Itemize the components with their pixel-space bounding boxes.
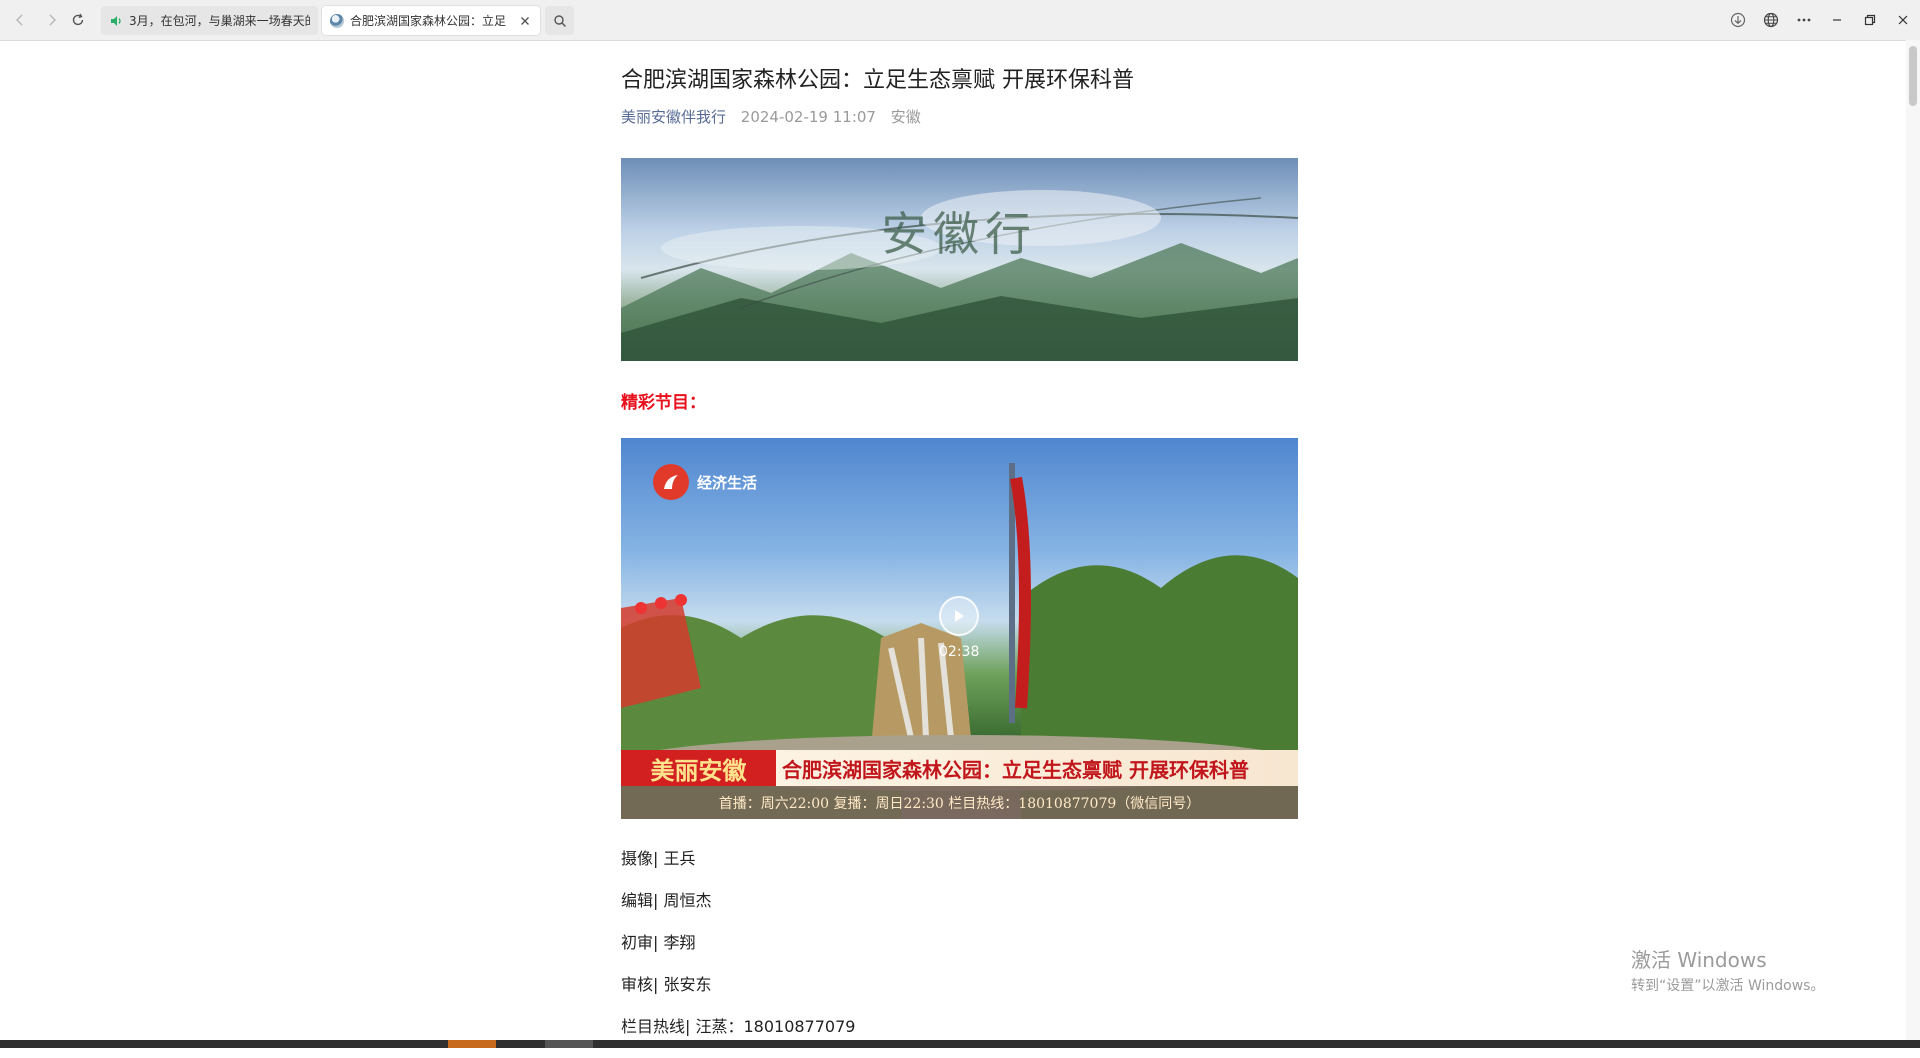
watermark-subtitle: 转到“设置”以激活 Windows。	[1631, 978, 1825, 994]
video-duration: 02:38	[939, 644, 980, 660]
tab-inactive[interactable]: 3月，在包河，与巢湖来一场春天的	[101, 6, 318, 35]
video-headline: 合肥滨湖国家森林公园：立足生态禀赋 开展环保科普	[776, 750, 1298, 786]
author-link[interactable]: 美丽安徽伴我行	[621, 108, 726, 126]
taskbar-item[interactable]	[448, 1040, 496, 1048]
taskbar-edge	[0, 1040, 1920, 1048]
windows-activation-watermark: 激活 Windows 转到“设置”以激活 Windows。	[1631, 944, 1824, 995]
more-menu-button[interactable]	[1792, 8, 1816, 32]
play-icon	[955, 610, 964, 622]
credits-list: 摄像| 王兵 编辑| 周恒杰 初审| 李翔 审核| 张安东 栏目热线| 汪蒸：1…	[621, 848, 855, 1058]
tab-close-icon[interactable]	[518, 14, 532, 28]
taskbar-item[interactable]	[545, 1040, 593, 1048]
browser-toolbar: 3月，在包河，与巢湖来一场春天的 合肥滨湖国家森林公园：立足	[0, 0, 1920, 41]
restore-icon	[1864, 14, 1876, 26]
more-dots-icon	[1797, 18, 1811, 22]
search-icon	[553, 14, 566, 27]
speaker-icon	[111, 15, 121, 26]
download-icon	[1730, 12, 1746, 28]
back-button[interactable]	[10, 10, 30, 30]
reload-button[interactable]	[68, 10, 88, 30]
watermark-title: 激活 Windows	[1631, 948, 1767, 972]
article-title: 合肥滨湖国家森林公园：立足生态禀赋 开展环保科普	[621, 68, 1134, 93]
forward-button[interactable]	[42, 10, 62, 30]
publish-date: 2024-02-19 11:07	[740, 108, 876, 126]
globe-icon	[1763, 12, 1779, 28]
close-window-button[interactable]	[1891, 8, 1915, 32]
credit-line: 编辑| 周恒杰	[621, 891, 712, 910]
article-meta: 美丽安徽伴我行 2024-02-19 11:07 安徽	[621, 106, 921, 127]
channel-logo: 经济生活	[653, 464, 757, 500]
restore-button[interactable]	[1858, 8, 1882, 32]
banner-calligraphy: 安徽行	[881, 207, 1037, 261]
channel-name: 经济生活	[697, 473, 758, 492]
site-favicon-icon	[330, 13, 344, 28]
tab-search-button[interactable]	[545, 6, 574, 35]
region-label: 安徽	[890, 108, 921, 126]
program-brand: 美丽安徽	[621, 750, 776, 786]
close-icon	[1898, 15, 1908, 25]
forward-arrow-icon	[49, 14, 57, 26]
credit-line: 初审| 李翔	[621, 933, 696, 952]
credit-line: 审核| 张安东	[621, 975, 712, 994]
channel-logo-icon	[653, 464, 689, 500]
tab-label: 合肥滨湖国家森林公园：立足	[350, 14, 507, 28]
video-lower-third: 美丽安徽 合肥滨湖国家森林公园：立足生态禀赋 开展环保科普 首播：周六22:00…	[621, 750, 1298, 819]
credit-line: 摄像| 王兵	[621, 849, 696, 868]
section-heading: 精彩节目：	[621, 393, 706, 413]
scrollbar-thumb[interactable]	[1909, 46, 1917, 106]
tab-active[interactable]: 合肥滨湖国家森林公园：立足	[322, 6, 540, 35]
back-arrow-icon	[15, 14, 23, 26]
banner-image: 安徽行	[621, 158, 1298, 361]
video-player[interactable]: 经济生活 02:38 美丽安徽 合肥滨湖国家森林公园：立足生态禀赋 开展环保科普…	[621, 438, 1298, 819]
tab-label: 3月，在包河，与巢湖来一场春天的	[129, 14, 310, 28]
reload-icon	[72, 13, 84, 26]
minimize-button[interactable]	[1825, 8, 1849, 32]
minimize-icon	[1833, 19, 1841, 21]
translate-button[interactable]	[1759, 8, 1783, 32]
download-button[interactable]	[1726, 8, 1750, 32]
credit-line: 栏目热线| 汪蒸：18010877079	[621, 1017, 856, 1036]
page-scrollbar[interactable]	[1906, 40, 1920, 1040]
play-button[interactable]	[939, 596, 979, 636]
broadcast-schedule: 首播：周六22:00 复播：周日22:30 栏目热线：18010877079（微…	[621, 786, 1298, 819]
